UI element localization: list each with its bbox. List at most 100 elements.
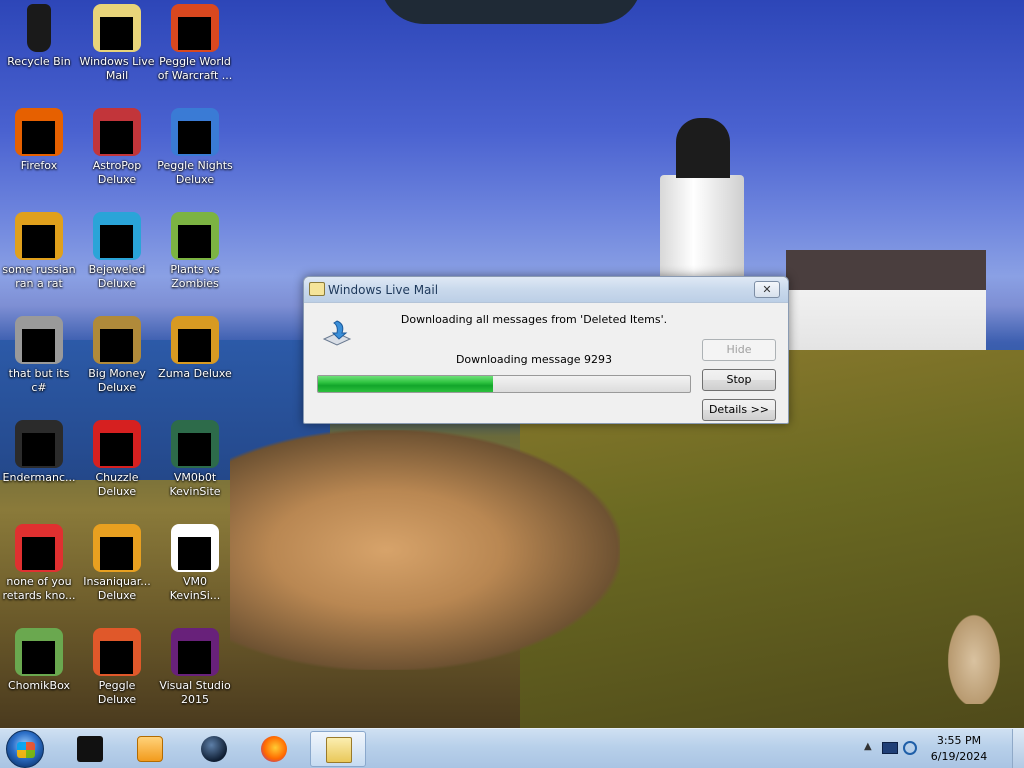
taskbar-item-firefox[interactable] — [246, 731, 302, 767]
desktop-icon[interactable]: Peggle Deluxe — [78, 628, 156, 707]
desktop-icon-label: Visual Studio 2015 — [159, 679, 231, 706]
black-device-icon — [77, 736, 103, 762]
dialog-title: Windows Live Mail — [328, 283, 439, 297]
windows-live-mail-icon — [309, 282, 325, 296]
close-button[interactable]: ✕ — [754, 281, 780, 298]
big-money-icon — [93, 316, 141, 364]
peggle-deluxe-icon — [93, 628, 141, 676]
desktop: Recycle Bin Windows Live Mail Peggle World… — [0, 0, 1024, 728]
desktop-icon[interactable]: ChomikBox — [0, 628, 78, 693]
download-progress-bar — [317, 375, 691, 393]
network-icon[interactable] — [882, 742, 898, 754]
redaction-box — [22, 641, 55, 674]
redaction-box — [100, 433, 133, 466]
insaniquarium-icon — [93, 524, 141, 572]
redaction-box — [178, 537, 211, 570]
desktop-icon-label: that but its c# — [8, 367, 70, 394]
desktop-icon-label: none of you retards kno... — [2, 575, 76, 602]
vm0b0t-icon — [171, 420, 219, 468]
plants-vs-zombies-icon — [171, 212, 219, 260]
desktop-icon[interactable]: Bejeweled Deluxe — [78, 212, 156, 291]
taskbar-item-windows-live-mail[interactable] — [310, 731, 366, 767]
redaction-box — [178, 17, 211, 50]
desktop-icon-label: Insaniquar... Deluxe — [83, 575, 151, 602]
redaction-box — [100, 537, 133, 570]
chuzzle-icon — [93, 420, 141, 468]
desktop-icon[interactable]: Peggle Nights Deluxe — [156, 108, 234, 187]
wallpaper-lighthouse — [660, 175, 744, 285]
redaction-box — [22, 433, 55, 466]
opera-shortcut-icon — [15, 524, 63, 572]
dialog-titlebar[interactable]: Windows Live Mail ✕ — [304, 277, 788, 303]
desktop-icon-label: Big Money Deluxe — [88, 367, 146, 394]
desktop-icon-label: some russian ran a rat — [2, 263, 76, 290]
desktop-icon[interactable]: Firefox — [0, 108, 78, 173]
desktop-icon[interactable]: Chuzzle Deluxe — [78, 420, 156, 499]
volume-icon[interactable] — [903, 741, 917, 755]
desktop-icon-label: Zuma Deluxe — [158, 367, 232, 380]
windows-live-mail-icon — [326, 737, 352, 763]
desktop-icon-label: ChomikBox — [8, 679, 70, 692]
redaction-box — [22, 329, 55, 362]
desktop-icon[interactable]: some russian ran a rat — [0, 212, 78, 291]
clock-time: 3:55 PM — [936, 734, 982, 747]
taskbar-item-globe-browser[interactable] — [186, 731, 242, 767]
taskbar-item-black-app[interactable] — [62, 731, 118, 767]
desktop-icon-label: Recycle Bin — [7, 55, 71, 68]
wallpaper-rocks — [230, 430, 620, 670]
desktop-icon[interactable]: Windows Live Mail — [78, 4, 156, 83]
chomikbox-icon — [15, 628, 63, 676]
stop-button[interactable]: Stop — [702, 369, 776, 391]
redaction-box — [100, 225, 133, 258]
icon-art — [27, 4, 51, 52]
desktop-icon[interactable]: Recycle Bin — [0, 4, 78, 69]
desktop-icon-label: Peggle World of Warcraft ... — [157, 55, 233, 82]
firefox-icon — [15, 108, 63, 156]
desktop-icon[interactable]: Visual Studio 2015 — [156, 628, 234, 707]
desktop-icon[interactable]: Big Money Deluxe — [78, 316, 156, 395]
desktop-icon-label: Chuzzle Deluxe — [95, 471, 139, 498]
desktop-icon[interactable]: Zuma Deluxe — [156, 316, 234, 381]
redaction-box — [22, 121, 55, 154]
desktop-icon[interactable]: AstroPop Deluxe — [78, 108, 156, 187]
peggle-nights-icon — [171, 108, 219, 156]
desktop-icon[interactable]: Insaniquar... Deluxe — [78, 524, 156, 603]
clock[interactable]: 3:55 PM 6/19/2024 — [924, 733, 994, 765]
zuma-icon — [171, 316, 219, 364]
desktop-icon[interactable]: Peggle World of Warcraft ... — [156, 4, 234, 83]
redaction-box — [178, 433, 211, 466]
csharp-shortcut-icon — [15, 316, 63, 364]
progress-fill — [318, 376, 493, 392]
desktop-icon[interactable]: that but its c# — [0, 316, 78, 395]
desktop-icon-label: VM0b0t KevinSite — [169, 471, 221, 498]
download-mail-icon — [322, 320, 352, 346]
redaction-box — [100, 121, 133, 154]
wallpaper-lighthouse-lantern — [676, 118, 730, 178]
details-button[interactable]: Details >> — [702, 399, 776, 421]
windows-orb-icon — [17, 742, 35, 758]
globe-icon — [201, 736, 227, 762]
start-button[interactable] — [6, 730, 44, 768]
hide-button[interactable]: Hide — [702, 339, 776, 361]
desktop-icon[interactable]: Endermanc... — [0, 420, 78, 485]
desktop-icon-label: Plants vs Zombies — [170, 263, 220, 290]
desktop-icon[interactable]: VM0 KevinSi... — [156, 524, 234, 603]
show-hidden-icons-button[interactable]: ▲ — [864, 741, 872, 752]
progress-message: Downloading message 9293 — [455, 353, 613, 366]
show-desktop-button[interactable] — [1012, 729, 1024, 768]
dialog-body: Downloading all messages from 'Deleted I… — [304, 303, 788, 423]
redaction-box — [100, 641, 133, 674]
redaction-box — [100, 17, 133, 50]
redaction-box — [178, 329, 211, 362]
taskbar: ▲ 3:55 PM 6/19/2024 — [0, 728, 1024, 768]
desktop-icon[interactable]: none of you retards kno... — [0, 524, 78, 603]
desktop-icon-label: Endermanc... — [2, 471, 76, 484]
desktop-icon[interactable]: VM0b0t KevinSite — [156, 420, 234, 499]
russian-rat-icon — [15, 212, 63, 260]
visual-studio-icon — [171, 628, 219, 676]
media-player-icon — [137, 736, 163, 762]
status-message: Downloading all messages from 'Deleted I… — [400, 313, 668, 326]
taskbar-item-media-player[interactable] — [122, 731, 178, 767]
desktop-icon[interactable]: Plants vs Zombies — [156, 212, 234, 291]
gopher-mascot — [944, 608, 1004, 704]
